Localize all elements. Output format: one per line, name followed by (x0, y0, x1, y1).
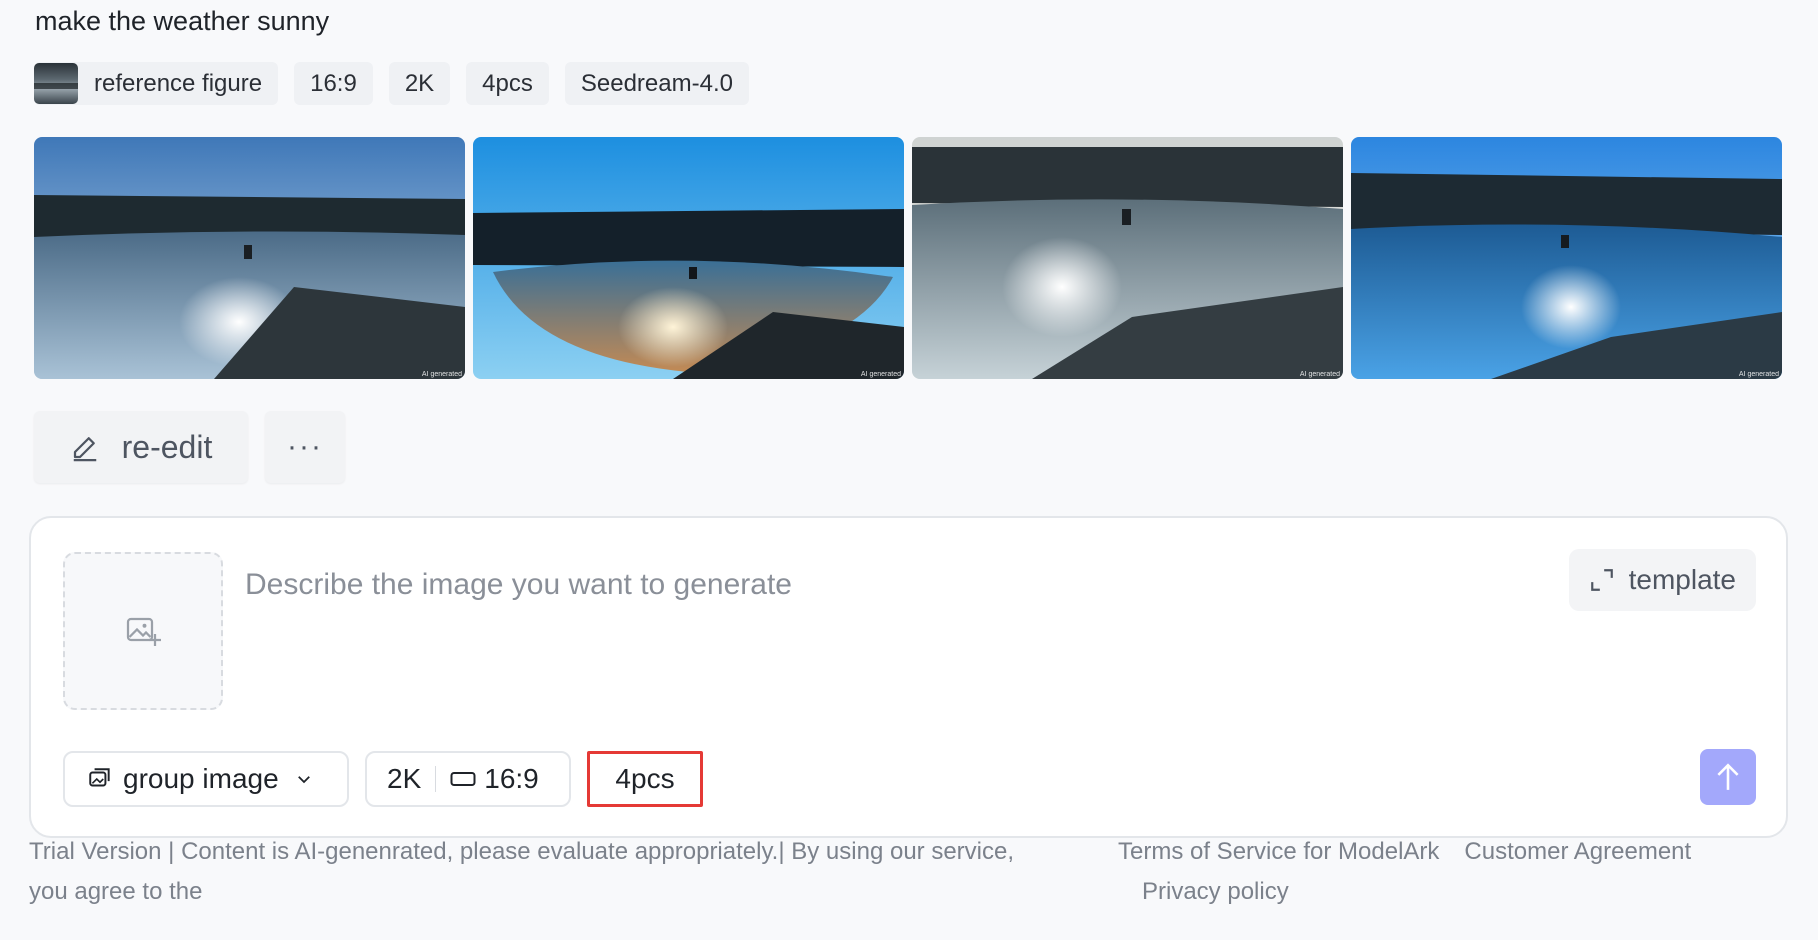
generated-image-3[interactable]: AI generated (912, 137, 1343, 379)
prompt-tags: reference figure 16:9 2K 4pcs Seedream-4… (34, 62, 749, 105)
reference-thumbnail (34, 63, 78, 104)
send-button[interactable] (1700, 749, 1756, 805)
image-upload-box[interactable] (63, 552, 223, 710)
ai-watermark: AI generated (421, 371, 462, 378)
group-image-icon (89, 768, 110, 787)
re-edit-button[interactable]: re-edit (34, 411, 248, 483)
ratio-tag: 16:9 (294, 62, 373, 105)
arrow-up-icon (1717, 763, 1739, 790)
mode-label: group image (123, 763, 279, 794)
customer-agreement-link[interactable]: Customer Agreement (1464, 832, 1691, 872)
chevron-down-icon (297, 776, 310, 784)
template-label: template (1628, 564, 1736, 595)
aspect-ratio-icon (450, 772, 476, 786)
prompt-text: make the weather sunny (35, 6, 330, 36)
mode-select[interactable]: group image (63, 751, 349, 807)
footer-links: Terms of Service for ModelArk Customer A… (1118, 832, 1758, 912)
re-edit-label: re-edit (121, 428, 213, 465)
generation-controls: group image 2K 16:9 4pcs (63, 751, 703, 807)
ai-watermark: AI generated (1738, 371, 1779, 378)
expand-icon (1590, 569, 1613, 591)
model-tag: Seedream-4.0 (564, 62, 749, 105)
resolution-ratio-select[interactable]: 2K 16:9 (365, 751, 571, 807)
privacy-policy-link[interactable]: Privacy policy (1142, 878, 1289, 905)
reference-figure-tag[interactable]: reference figure (34, 62, 279, 105)
count-tag: 4pcs (466, 62, 549, 105)
resolution-tag: 2K (388, 62, 451, 105)
generated-image-2[interactable]: AI generated (473, 137, 904, 379)
add-image-icon (126, 617, 161, 646)
generated-image-1[interactable]: AI generated (34, 137, 465, 379)
template-button[interactable]: template (1568, 549, 1756, 611)
generated-gallery: AI generated AI generated AI generated A… (34, 137, 1782, 379)
ai-watermark: AI generated (860, 371, 901, 378)
ai-watermark: AI generated (1299, 371, 1340, 378)
prompt-input[interactable] (245, 560, 1295, 610)
prompt-composer: template group image 2K 16:9 4pcs (29, 516, 1788, 838)
image-count-select[interactable]: 4pcs (587, 751, 703, 807)
ratio-value: 16:9 (484, 763, 539, 794)
reference-figure-label: reference figure (94, 69, 263, 97)
resolution-value: 2K (387, 763, 422, 794)
more-options-button[interactable]: ··· (265, 411, 345, 483)
generated-image-4[interactable]: AI generated (1351, 137, 1782, 379)
divider (435, 766, 437, 792)
pencil-icon (73, 437, 96, 462)
terms-link[interactable]: Terms of Service for ModelArk (1118, 832, 1439, 872)
footer-disclaimer: Trial Version | Content is AI-genenrated… (29, 838, 1015, 905)
